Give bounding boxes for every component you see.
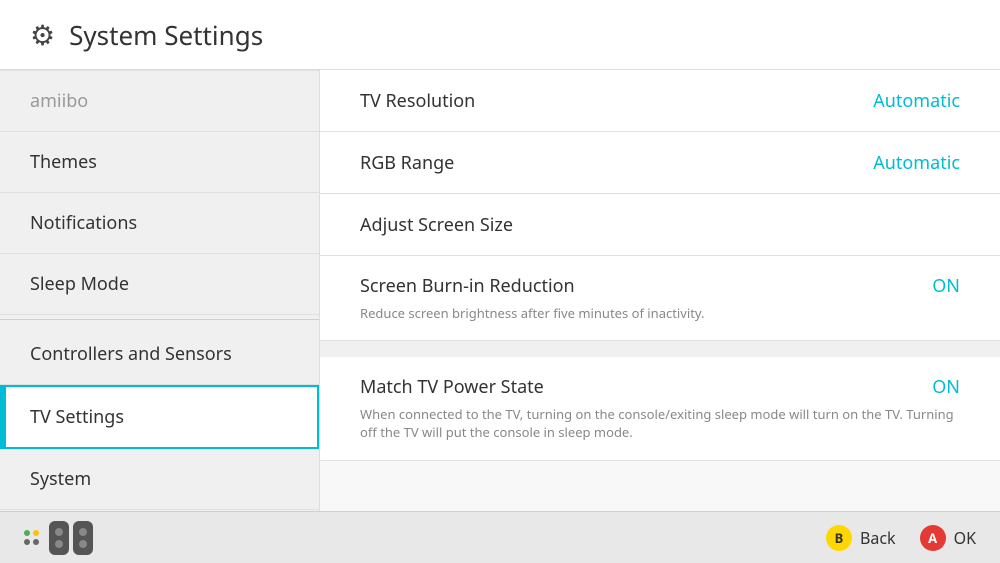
footer-right: B Back A OK (826, 525, 976, 551)
sidebar-item-notifications[interactable]: Notifications (0, 193, 319, 254)
joycon-right-btn2 (79, 540, 87, 548)
dot-gray2 (33, 539, 39, 545)
b-button-circle: B (826, 525, 852, 551)
dot-green (24, 530, 30, 536)
page-title: System Settings (69, 17, 263, 53)
sidebar-divider (0, 319, 319, 320)
joycon-right-btn1 (79, 528, 87, 536)
sidebar-item-tv-settings[interactable]: TV Settings (0, 385, 319, 449)
joycon-left-btn1 (55, 528, 63, 536)
sidebar: amiibo Themes Notifications Sleep Mode C… (0, 70, 320, 511)
dot-yellow (33, 530, 39, 536)
back-button[interactable]: B Back (826, 525, 896, 551)
joycon-left-btn2 (55, 540, 63, 548)
content-spacer (320, 341, 1000, 357)
joycon-dots (24, 530, 39, 545)
app-header: ⚙ System Settings (0, 0, 1000, 70)
dot-gray1 (24, 539, 30, 545)
main-layout: amiibo Themes Notifications Sleep Mode C… (0, 70, 1000, 511)
setting-row-header-power: Match TV Power State ON (360, 375, 960, 399)
setting-screen-burn-in[interactable]: Screen Burn-in Reduction ON Reduce scree… (320, 256, 1000, 341)
sidebar-item-sleep-mode[interactable]: Sleep Mode (0, 254, 319, 315)
setting-tv-resolution[interactable]: TV Resolution Automatic (320, 70, 1000, 132)
sidebar-item-system[interactable]: System (0, 449, 319, 510)
footer-left (24, 521, 93, 555)
settings-icon: ⚙ (30, 16, 55, 54)
sidebar-item-themes[interactable]: Themes (0, 132, 319, 193)
joycon-icon (49, 521, 93, 555)
setting-rgb-range[interactable]: RGB Range Automatic (320, 132, 1000, 194)
joycon-right (73, 521, 93, 555)
content-area: TV Resolution Automatic RGB Range Automa… (320, 70, 1000, 511)
sidebar-item-controllers-sensors[interactable]: Controllers and Sensors (0, 324, 319, 385)
setting-match-tv-power[interactable]: Match TV Power State ON When connected t… (320, 357, 1000, 460)
setting-adjust-screen-size[interactable]: Adjust Screen Size (320, 194, 1000, 256)
footer: B Back A OK (0, 511, 1000, 563)
joycon-left (49, 521, 69, 555)
sidebar-item-amiibo[interactable]: amiibo (0, 70, 319, 132)
a-button-circle: A (920, 525, 946, 551)
ok-button[interactable]: A OK (920, 525, 976, 551)
setting-row-header-burn: Screen Burn-in Reduction ON (360, 274, 960, 298)
